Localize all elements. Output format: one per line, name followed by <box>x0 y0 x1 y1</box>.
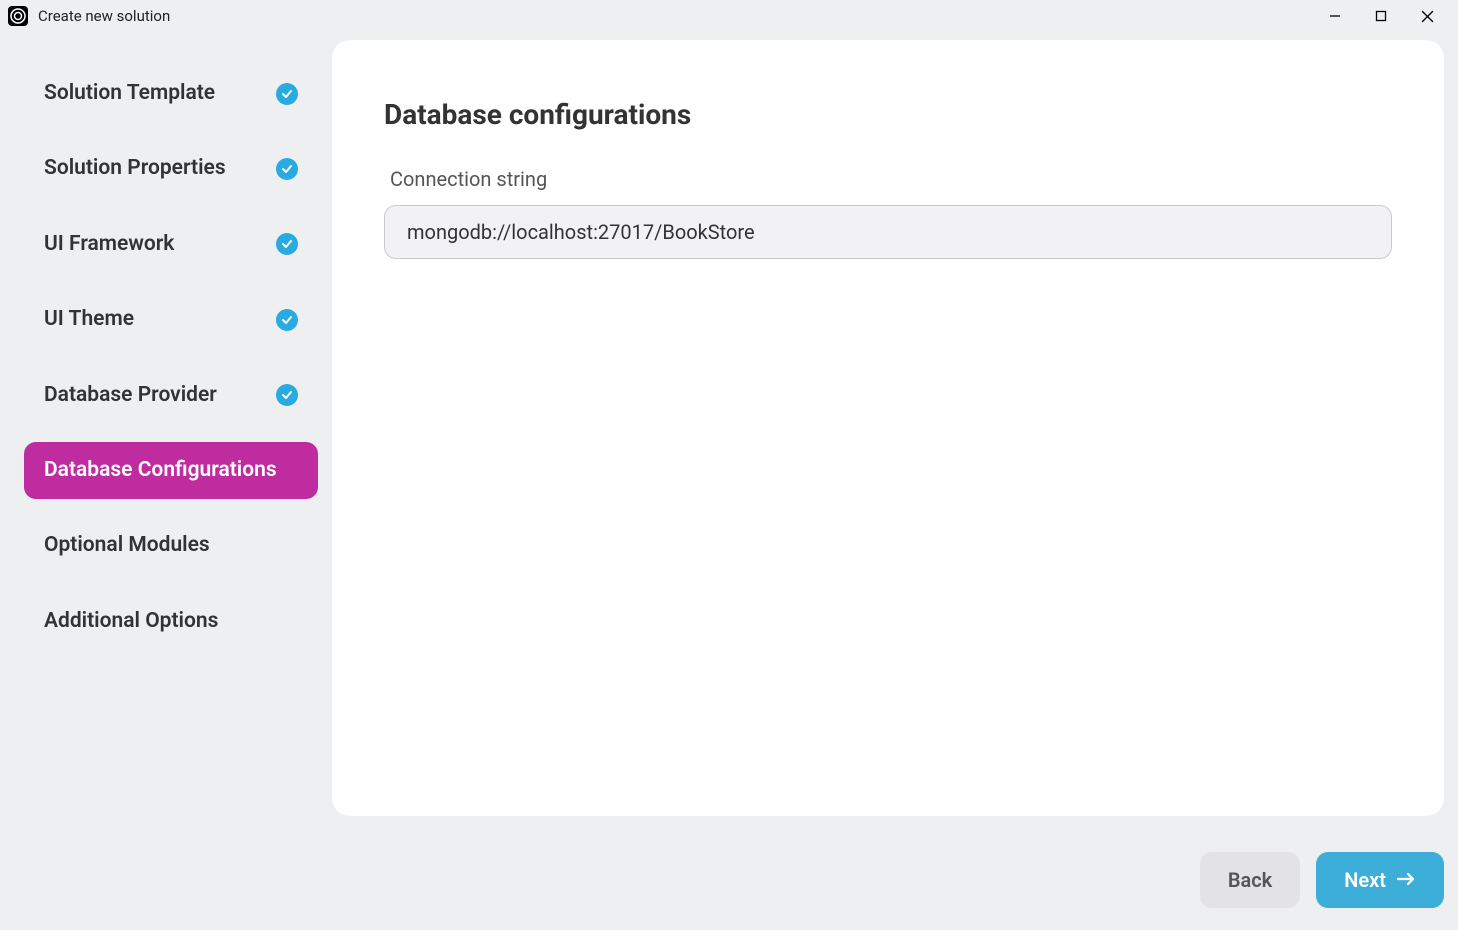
check-icon <box>276 83 298 105</box>
footer: Back Next <box>0 830 1458 930</box>
minimize-button[interactable] <box>1312 0 1358 32</box>
sidebar-item-label: UI Framework <box>44 230 174 259</box>
content-panel: Database configurations Connection strin… <box>332 40 1444 816</box>
titlebar: Create new solution <box>0 0 1458 32</box>
sidebar-item-database-provider[interactable]: Database Provider <box>24 367 318 424</box>
sidebar-item-label: Additional Options <box>44 607 218 636</box>
window-controls <box>1312 0 1450 32</box>
main-area: Solution Template Solution Properties UI… <box>0 32 1458 830</box>
check-icon <box>276 309 298 331</box>
page-title: Database configurations <box>384 98 1392 131</box>
sidebar-item-optional-modules[interactable]: Optional Modules <box>24 517 318 574</box>
sidebar-item-label: Solution Properties <box>44 154 226 183</box>
sidebar: Solution Template Solution Properties UI… <box>0 40 332 830</box>
connection-string-label: Connection string <box>384 167 1392 191</box>
sidebar-item-ui-framework[interactable]: UI Framework <box>24 216 318 273</box>
maximize-button[interactable] <box>1358 0 1404 32</box>
sidebar-item-label: Database Provider <box>44 381 217 410</box>
back-button[interactable]: Back <box>1200 852 1300 908</box>
back-button-label: Back <box>1228 868 1272 892</box>
sidebar-item-solution-properties[interactable]: Solution Properties <box>24 140 318 197</box>
arrow-right-icon <box>1396 868 1416 892</box>
sidebar-item-label: Database Configurations <box>44 456 277 485</box>
check-icon <box>276 233 298 255</box>
sidebar-item-solution-template[interactable]: Solution Template <box>24 65 318 122</box>
connection-string-input[interactable] <box>384 205 1392 259</box>
sidebar-item-ui-theme[interactable]: UI Theme <box>24 291 318 348</box>
next-button[interactable]: Next <box>1316 852 1444 908</box>
sidebar-item-database-configurations[interactable]: Database Configurations <box>24 442 318 499</box>
sidebar-item-label: UI Theme <box>44 305 134 334</box>
app-icon <box>8 6 28 26</box>
next-button-label: Next <box>1344 868 1386 892</box>
sidebar-item-label: Solution Template <box>44 79 215 108</box>
close-button[interactable] <box>1404 0 1450 32</box>
check-icon <box>276 158 298 180</box>
check-icon <box>276 384 298 406</box>
sidebar-item-label: Optional Modules <box>44 531 210 560</box>
sidebar-item-additional-options[interactable]: Additional Options <box>24 593 318 650</box>
window-title: Create new solution <box>38 7 1312 25</box>
